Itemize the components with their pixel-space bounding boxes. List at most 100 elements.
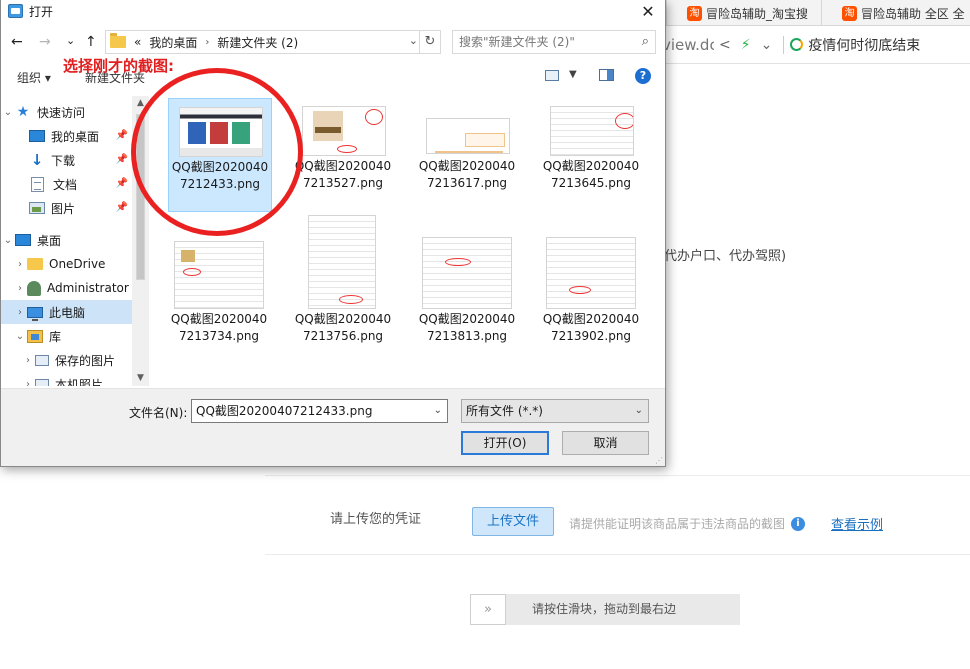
refresh-icon[interactable]: ↻: [419, 31, 440, 53]
cancel-button[interactable]: 取消: [562, 431, 649, 455]
search-icon[interactable]: ⌕: [642, 31, 649, 53]
breadcrumb-overflow[interactable]: «: [134, 35, 141, 49]
taobao-icon: 淘: [842, 5, 857, 21]
close-button[interactable]: ✕: [631, 0, 665, 23]
file-item[interactable]: QQ截图20200407213734.png: [168, 241, 272, 365]
file-name: QQ截图20200407213617.png: [418, 159, 516, 190]
chevron-down-icon[interactable]: ⌄: [409, 34, 418, 47]
upload-hint-text: 请提供能证明该商品属于违法商品的截图: [569, 517, 786, 531]
preview-pane-icon[interactable]: [599, 69, 614, 81]
scroll-down-icon[interactable]: ▼: [132, 373, 149, 383]
slider-handle[interactable]: »: [470, 594, 506, 625]
file-name: QQ截图20200407213902.png: [542, 312, 640, 343]
sidebar-item-saved-pictures[interactable]: › 保存的图片: [1, 348, 132, 372]
search-input[interactable]: 搜索"新建文件夹 (2)" ⌕: [452, 30, 656, 54]
upload-label: 请上传您的凭证: [330, 512, 422, 527]
chevron-down-icon[interactable]: ⌄: [761, 37, 773, 53]
file-thumbnail: [422, 237, 512, 309]
file-thumbnail: [174, 241, 264, 309]
chevron-down-icon[interactable]: ⌄: [1, 235, 15, 246]
info-icon[interactable]: i: [791, 516, 806, 531]
share-icon[interactable]: <: [719, 37, 731, 53]
chevron-down-icon[interactable]: ⌄: [1, 107, 15, 118]
file-item[interactable]: QQ截图20200407213645.png: [540, 98, 644, 212]
chevron-right-icon[interactable]: ›: [21, 355, 35, 366]
sidebar-item-camera-roll[interactable]: › 本机照片: [1, 372, 132, 386]
sidebar-item-administrator[interactable]: › Administrator: [1, 276, 132, 300]
chevron-right-icon[interactable]: ›: [13, 307, 27, 318]
sidebar-item-label: 库: [49, 329, 62, 344]
chevron-right-icon[interactable]: ›: [13, 259, 27, 270]
file-type-select[interactable]: 所有文件 (*.*) ⌄: [461, 399, 649, 423]
browser-url[interactable]: view.dc: [662, 36, 714, 54]
browser-tab-label: 冒险岛辅助 全区 全: [861, 6, 965, 21]
chevron-down-icon[interactable]: ⌄: [13, 331, 27, 342]
lightning-icon[interactable]: ⚡: [741, 37, 751, 53]
user-icon: [27, 280, 41, 296]
sidebar-item-my-desktop[interactable]: 我的桌面 📌: [1, 124, 132, 148]
file-item[interactable]: QQ截图20200407213756.png: [292, 215, 396, 365]
sidebar-item-label: OneDrive: [49, 257, 106, 271]
window-icon: [8, 4, 23, 18]
dialog-title: 打开: [29, 5, 54, 19]
sidebar-item-pictures[interactable]: 图片 📌: [1, 196, 132, 220]
up-button[interactable]: ↑: [85, 34, 97, 50]
chevron-right-icon[interactable]: ›: [21, 379, 35, 387]
chevron-right-icon[interactable]: ›: [13, 283, 27, 294]
slider-text: 请按住滑块，拖动到最右边: [532, 602, 677, 616]
page-text: 代办户口、代办驾照): [664, 249, 787, 264]
desktop-icon: [29, 130, 45, 142]
back-button[interactable]: ←: [11, 34, 23, 50]
file-item[interactable]: QQ截图20200407213617.png: [416, 98, 520, 212]
open-button[interactable]: 打开(O): [461, 431, 549, 455]
browser-tab[interactable]: 淘 冒险岛辅助 全区 全: [821, 0, 970, 26]
sidebar-item-libraries[interactable]: ⌄ 库: [1, 324, 132, 348]
file-item[interactable]: QQ截图20200407213902.png: [540, 237, 644, 365]
sidebar-item-onedrive[interactable]: › OneDrive: [1, 252, 132, 276]
file-name: QQ截图20200407213734.png: [170, 312, 268, 343]
chevron-right-icon[interactable]: ›: [205, 37, 209, 48]
news-ticker[interactable]: 疫情何时彻底结束: [790, 35, 920, 55]
breadcrumb-current-folder[interactable]: 新建文件夹 (2): [217, 34, 298, 51]
file-thumbnail: [426, 118, 510, 154]
slide-captcha: » 请按住滑块，拖动到最右边: [470, 594, 740, 625]
sidebar-item-downloads[interactable]: ↓ 下载 📌: [1, 148, 132, 172]
organize-menu[interactable]: 组织 ▾: [17, 69, 51, 86]
sidebar-item-this-pc[interactable]: › 此电脑: [1, 300, 132, 324]
search-engine-icon: [790, 38, 804, 51]
upload-hint: 请提供能证明该商品属于违法商品的截图 i: [569, 515, 806, 532]
breadcrumb-desktop[interactable]: 我的桌面: [149, 34, 197, 51]
file-name: QQ截图20200407213527.png: [294, 159, 392, 190]
chevron-down-icon[interactable]: ⌄: [635, 400, 643, 422]
search-placeholder: 搜索"新建文件夹 (2)": [459, 35, 575, 49]
picture-icon: [35, 354, 49, 366]
chevron-down-icon[interactable]: ⌄: [434, 400, 442, 422]
view-example-link[interactable]: 查看示例: [831, 514, 883, 533]
sidebar-item-documents[interactable]: 文档 📌: [1, 172, 132, 196]
news-text: 疫情何时彻底结束: [808, 37, 921, 54]
recent-locations-button[interactable]: ⌄: [66, 34, 75, 47]
dialog-footer: 文件名(N): QQ截图20200407212433.png ⌄ 所有文件 (*…: [1, 388, 665, 466]
view-icon[interactable]: [545, 70, 559, 81]
help-icon[interactable]: ?: [635, 68, 651, 84]
upload-file-button[interactable]: 上传文件: [472, 507, 554, 536]
filename-input[interactable]: QQ截图20200407212433.png ⌄: [191, 399, 448, 423]
sidebar-item-desktop[interactable]: ⌄ 桌面: [1, 228, 132, 252]
file-item[interactable]: QQ截图20200407213813.png: [416, 237, 520, 365]
address-bar[interactable]: « 我的桌面 › 新建文件夹 (2) ⌄ ↻: [105, 30, 441, 54]
file-item[interactable]: QQ截图20200407213527.png: [292, 98, 396, 212]
picture-icon: [35, 378, 49, 386]
sidebar-item-label: 本机照片: [55, 377, 104, 387]
resize-grip-icon[interactable]: ⋰: [655, 456, 663, 465]
open-file-dialog: 打开 ✕ ← → ⌄ ↑ « 我的桌面 › 新建文件夹 (2) ⌄ ↻ 搜索"新…: [0, 0, 666, 467]
chevron-down-icon[interactable]: ▼: [569, 69, 577, 80]
browser-tab[interactable]: 淘 冒险岛辅助_淘宝搜: [666, 0, 816, 26]
browser-tab-label: 冒险岛辅助_淘宝搜: [706, 6, 809, 21]
forward-button[interactable]: →: [39, 34, 51, 50]
sidebar-item-label: 保存的图片: [55, 353, 116, 368]
dialog-titlebar[interactable]: 打开 ✕: [1, 0, 665, 23]
file-thumbnail: [302, 106, 386, 156]
sidebar-item-quick-access[interactable]: ⌄ ★ 快速访问: [1, 100, 132, 124]
file-type-value: 所有文件 (*.*): [466, 404, 543, 418]
divider: [783, 35, 785, 54]
